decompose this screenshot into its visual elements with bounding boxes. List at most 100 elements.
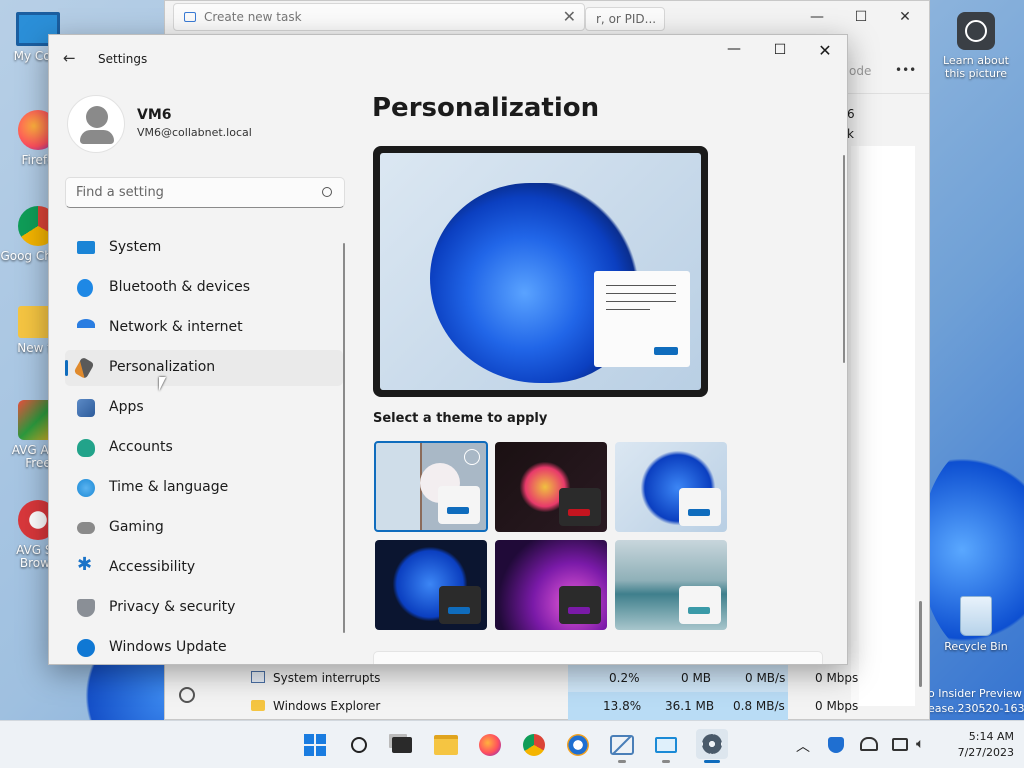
right-column (859, 146, 915, 706)
theme-accent (568, 509, 590, 516)
close-icon[interactable]: ✕ (563, 7, 576, 26)
chevron-up-icon[interactable]: ︿ (796, 736, 810, 756)
sidebar-item-label: Accessibility (109, 559, 196, 575)
search-placeholder: Find a setting (76, 185, 164, 200)
minimize-button[interactable]: — (719, 41, 749, 65)
preview-line (606, 309, 650, 310)
create-task-label: Create new task (204, 10, 302, 24)
globe-clock-icon (77, 479, 95, 497)
wifi-icon (77, 319, 95, 331)
folder-icon (251, 700, 265, 711)
selected-indicator (65, 360, 68, 376)
sidebar-item-accounts[interactable]: Accounts (65, 430, 343, 466)
desktop-icon-recycle-bin[interactable]: Recycle Bin (936, 596, 1016, 653)
spotlight-icon (464, 449, 480, 465)
theme-window-preview (438, 486, 480, 524)
running-indicator (662, 760, 670, 763)
build-watermark: o Insider Preview ease.230520-1632 (928, 686, 1024, 716)
theme-window-preview (559, 586, 601, 624)
bluetooth-icon (77, 279, 93, 297)
table-row[interactable]: Windows Explorer 13.8% 36.1 MB 0.8 MB/s … (165, 692, 929, 720)
theme-tile[interactable] (375, 540, 487, 630)
column-fragment: k (847, 127, 854, 141)
display-icon[interactable] (892, 738, 908, 751)
avatar[interactable] (67, 95, 125, 153)
content-scrollbar[interactable] (843, 155, 845, 363)
sidebar-scrollbar[interactable] (343, 243, 345, 633)
clock-time: 5:14 AM (968, 730, 1014, 743)
mouse-cursor (159, 377, 166, 391)
security-icon[interactable] (828, 737, 844, 753)
clock[interactable]: 5:14 AM 7/27/2023 (944, 729, 1014, 761)
maximize-button[interactable]: ☐ (765, 42, 795, 66)
running-indicator (618, 760, 626, 763)
file-explorer-icon[interactable] (432, 732, 460, 758)
sidebar-item-privacy[interactable]: Privacy & security (65, 590, 343, 626)
next-section-card (373, 651, 823, 664)
firefox-icon[interactable] (476, 732, 504, 758)
preview-wallpaper (380, 153, 701, 390)
process-search-box[interactable]: r, or PID... (585, 7, 665, 31)
task-view-icon[interactable] (388, 732, 416, 758)
theme-accent (448, 607, 470, 614)
disk-value: 0 MB/s (745, 671, 786, 685)
sidebar-item-accessibility[interactable]: ✱ Accessibility (65, 550, 343, 586)
theme-tile[interactable] (495, 442, 607, 532)
network-icon[interactable] (860, 737, 878, 751)
person-icon-body (80, 130, 114, 144)
sidebar-item-personalization[interactable]: Personalization (65, 350, 343, 386)
cpu-value: 0.2% (609, 671, 640, 685)
sidebar-item-label: Network & internet (109, 319, 243, 335)
sidebar-item-gaming[interactable]: Gaming (65, 510, 343, 546)
close-button[interactable]: ✕ (810, 41, 840, 65)
settings-window: ← Settings — ☐ ✕ VM6 VM6@collabnet.local… (48, 34, 848, 665)
volume-icon[interactable]: 🔈︎ (916, 736, 924, 752)
preview-line (606, 301, 676, 302)
network-value: 0 Mbps (815, 699, 859, 713)
theme-tile[interactable] (374, 441, 488, 532)
search-input[interactable]: Find a setting (65, 177, 345, 208)
efficiency-mode-label[interactable]: ode (849, 64, 871, 78)
avg-browser-icon[interactable] (564, 732, 592, 758)
user-name: VM6 (137, 107, 172, 123)
disk-value: 0.8 MB/s (733, 699, 785, 713)
window-title: Settings (98, 52, 148, 66)
table-row[interactable]: System interrupts 0.2% 0 MB 0 MB/s 0 Mbp… (165, 664, 929, 692)
task-manager-icon[interactable] (608, 732, 636, 758)
user-email: VM6@collabnet.local (137, 126, 252, 139)
minimize-button[interactable]: — (795, 5, 839, 29)
theme-tile[interactable] (495, 540, 607, 630)
theme-window-preview (439, 586, 481, 624)
create-task-box[interactable]: Create new task ✕ (173, 3, 585, 31)
search-placeholder: r, or PID... (596, 12, 657, 26)
back-button[interactable]: ← (63, 49, 83, 69)
close-button[interactable]: ✕ (883, 5, 927, 29)
theme-tile[interactable] (615, 540, 727, 630)
sidebar-item-label: System (109, 239, 162, 255)
sidebar-item-network[interactable]: Network & internet (65, 310, 343, 346)
sidebar-item-label: Accounts (109, 439, 173, 455)
sidebar-item-bluetooth[interactable]: Bluetooth & devices (65, 270, 343, 306)
settings-icon[interactable] (696, 729, 728, 759)
more-options-icon[interactable]: ••• (895, 63, 916, 77)
maximize-button[interactable]: ☐ (839, 5, 883, 29)
sidebar-item-label: Personalization (109, 359, 216, 375)
theme-tile[interactable] (615, 442, 727, 532)
learn-about-picture[interactable]: Learn about this picture (938, 12, 1014, 80)
sidebar-item-windows-update[interactable]: Windows Update (65, 630, 343, 664)
sidebar-item-time-language[interactable]: Time & language (65, 470, 343, 506)
search-icon[interactable] (345, 732, 373, 758)
start-icon[interactable] (301, 732, 329, 758)
sidebar-item-apps[interactable]: Apps (65, 390, 343, 426)
preview-line (606, 285, 676, 286)
cpu-value: 13.8% (603, 699, 642, 713)
rdp-icon[interactable] (652, 732, 680, 758)
watermark-line2: ease.230520-1632 (928, 702, 1024, 715)
sidebar-item-label: Windows Update (109, 639, 227, 655)
network-value: 0 Mbps (815, 671, 859, 685)
chrome-icon[interactable] (520, 732, 548, 758)
clock-date: 7/27/2023 (957, 746, 1014, 759)
gear-icon[interactable] (179, 687, 195, 703)
sidebar-item-system[interactable]: System (65, 230, 343, 266)
page-title: Personalization (372, 93, 600, 123)
